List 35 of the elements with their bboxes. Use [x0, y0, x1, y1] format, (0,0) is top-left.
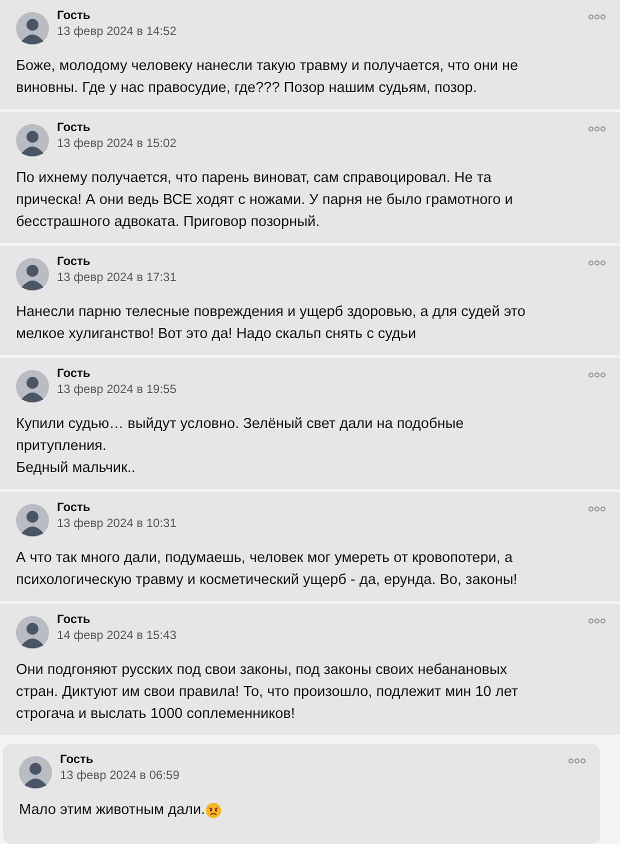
- comment-text: По ихнему получается, что парень виноват, сам справоцировал. Не та прическа! А они ведь ВСЕ ходят с ножами. У парня не было грамотного и бесстрашного адвоката. Приговор позорный.: [16, 169, 513, 232]
- avatar-icon: [16, 616, 49, 649]
- avatar-icon: [16, 504, 49, 537]
- more-icon[interactable]: [588, 260, 606, 266]
- avatar-icon: [16, 258, 49, 291]
- comment-date: 13 февр 2024 в 06:59: [60, 768, 180, 782]
- comment-text: Купили судью… выйдут условно. Зелёный свет дали на подобные притупления. Бедный мальчик..: [16, 415, 464, 478]
- comment-date: 13 февр 2024 в 17:31: [57, 270, 178, 284]
- comment-date: 13 февр 2024 в 15:02: [57, 136, 178, 150]
- more-icon[interactable]: [588, 506, 606, 512]
- author-name[interactable]: Гость: [57, 612, 580, 626]
- author-name[interactable]: Гость: [57, 8, 580, 22]
- more-icon[interactable]: [588, 618, 606, 624]
- comment-text: Боже, молодому человеку нанесли такую травму и получается, что они не виновны. Где у нас правосудие, где??? Позор нашим судьям, позор.: [16, 57, 518, 98]
- comment-date: 13 февр 2024 в 19:55: [57, 382, 178, 396]
- avatar-icon: [16, 370, 49, 403]
- more-icon[interactable]: [568, 758, 586, 764]
- comment-text: Нанесли парню телесные повреждения и ущерб здоровью, а для судей это мелкое хулиганство! Вот это да! Надо скальп снять с судьи: [16, 303, 526, 344]
- author-name[interactable]: Гость: [57, 120, 580, 134]
- avatar-icon: [16, 12, 49, 45]
- more-icon[interactable]: [588, 372, 606, 378]
- author-name[interactable]: Гость: [57, 500, 580, 514]
- more-icon[interactable]: [588, 126, 606, 132]
- avatar-icon: [16, 124, 49, 157]
- comment-text: А что так много дали, подумаешь, человек мог умереть от кровопотери, а психологическую травму и косметический ущерб - да, ерунда. Во, законы!: [16, 549, 518, 590]
- comment-text: Они подгоняют русских под свои законы, под законы своих небанановых стран. Диктуют им свои правила! То, что произошло, подлежит мин 10 лет строгача и выслать 1000 соплеменников!: [16, 661, 518, 724]
- comment-date: 13 февр 2024 в 10:31: [57, 516, 178, 530]
- author-name[interactable]: Гость: [60, 752, 560, 766]
- author-name[interactable]: Гость: [57, 366, 580, 380]
- comment-text: Мало этим животным дали.: [19, 801, 206, 820]
- more-icon[interactable]: [588, 14, 606, 20]
- author-name[interactable]: Гость: [57, 254, 580, 268]
- comment-date: 13 февр 2024 в 14:52: [57, 24, 178, 38]
- comment-date: 14 февр 2024 в 15:43: [57, 628, 178, 642]
- avatar-icon: [19, 756, 52, 789]
